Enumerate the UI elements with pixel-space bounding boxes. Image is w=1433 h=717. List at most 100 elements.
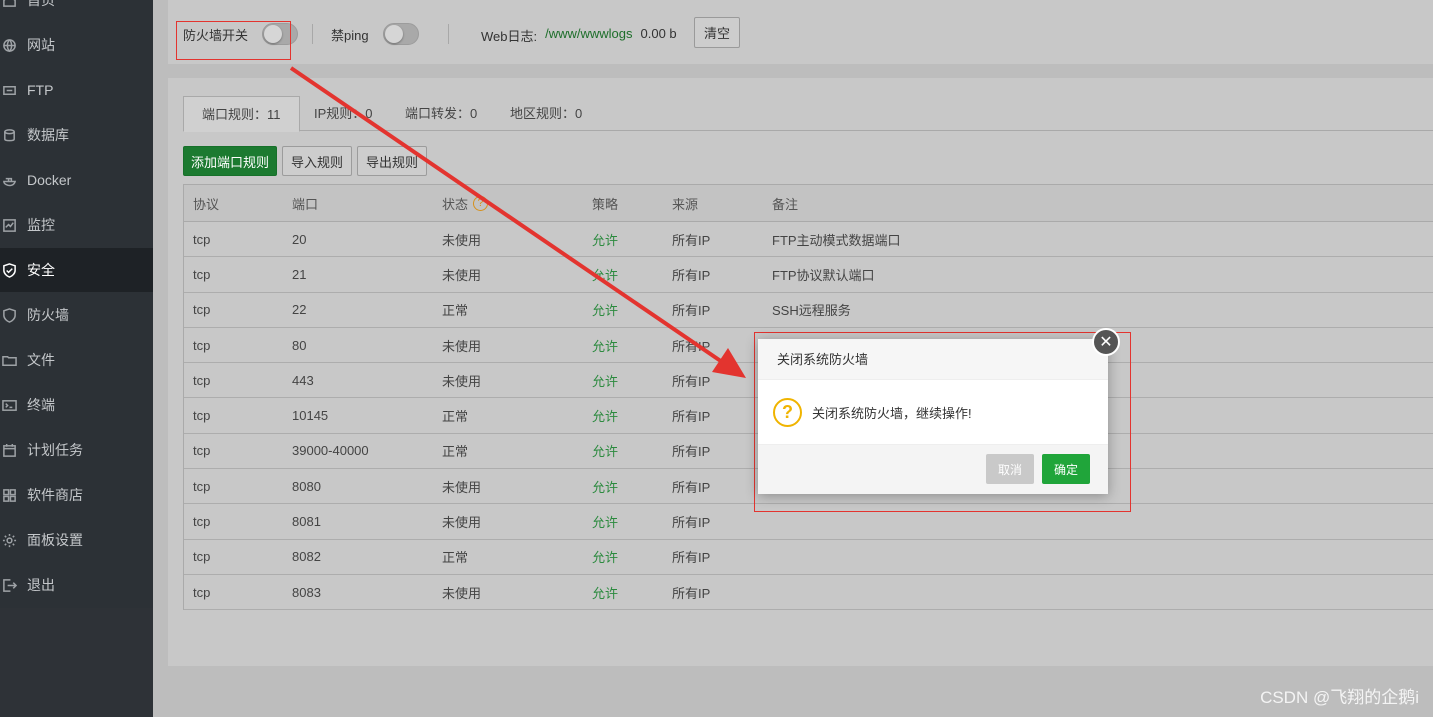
header-source: 来源 — [672, 196, 699, 212]
database-icon — [1, 127, 17, 143]
home-icon — [1, 0, 17, 8]
cell-protocol: tcp — [193, 372, 211, 388]
sidebar-item-label: Docker — [27, 172, 72, 188]
cell-protocol: tcp — [193, 584, 211, 600]
help-icon[interactable]: ? — [473, 195, 489, 211]
cell-policy: 允许 — [592, 550, 619, 566]
cell-port: 10145 — [292, 408, 329, 424]
cell-policy: 允许 — [592, 267, 619, 283]
sidebar-item[interactable]: 安全 — [0, 248, 153, 292]
cell-status: 未使用 — [442, 479, 482, 495]
sidebar-item[interactable]: 退出 — [0, 563, 153, 607]
header-status: 状态 ? — [442, 185, 489, 221]
top-toolbar: 防火墙开关 禁ping Web日志: /www/wwwlogs 0.00 b 清… — [168, 0, 1433, 64]
calendar-icon — [1, 442, 17, 458]
cell-status: 未使用 — [442, 585, 482, 601]
cell-policy: 允许 — [592, 303, 619, 319]
tab-port-rules[interactable]: 端口规则：11 — [183, 96, 300, 132]
export-rules-button[interactable]: 导出规则 — [357, 146, 427, 176]
docker-icon — [1, 172, 17, 188]
sidebar-item[interactable]: 终端 — [0, 383, 153, 427]
sidebar-item-label: 退出 — [27, 577, 55, 593]
confirm-button[interactable]: 确定 — [1042, 454, 1090, 484]
ping-switch[interactable] — [382, 23, 419, 45]
tab-ip-rules[interactable]: IP规则：0 — [296, 96, 391, 131]
shield-check-icon — [1, 262, 17, 278]
annotation-box-firewall-switch — [176, 21, 291, 60]
table-row: tcp 20 未使用 允许 所有IP FTP主动模式数据端口 — [184, 222, 1433, 258]
cell-status: 未使用 — [442, 267, 482, 283]
sidebar-item[interactable]: 首页 — [0, 0, 153, 22]
cell-port: 8082 — [292, 549, 321, 565]
dialog-message: 关闭系统防火墙，继续操作! — [812, 405, 972, 421]
sidebar-item[interactable]: 软件商店 — [0, 473, 153, 517]
tab-port-forward[interactable]: 端口转发：0 — [387, 96, 495, 131]
weblog-path-link[interactable]: /www/wwwlogs — [545, 26, 632, 45]
cell-status: 正常 — [442, 409, 469, 425]
sidebar-item-label: 面板设置 — [27, 532, 83, 548]
cancel-button[interactable]: 取消 — [986, 454, 1034, 484]
header-protocol: 协议 — [193, 196, 220, 212]
cell-protocol: tcp — [193, 514, 211, 530]
shield-icon — [1, 307, 17, 323]
ftp-icon — [1, 82, 17, 98]
question-icon: ? — [773, 397, 802, 427]
rule-tabs: 端口规则：11 IP规则：0 端口转发：0 地区规则：0 — [183, 96, 1433, 132]
header-note: 备注 — [772, 196, 799, 212]
cell-source: 所有IP — [672, 444, 711, 460]
cell-status: 未使用 — [442, 232, 482, 248]
table-row: tcp 21 未使用 允许 所有IP FTP协议默认端口 — [184, 257, 1433, 293]
cell-note: FTP协议默认端口 — [772, 267, 875, 283]
switch-knob — [384, 25, 403, 43]
sidebar-item[interactable]: 监控 — [0, 203, 153, 247]
weblog-size: 0.00 b — [640, 26, 677, 41]
cell-source: 所有IP — [672, 585, 711, 601]
sidebar-item-label: 安全 — [27, 262, 55, 278]
sidebar-item-label: FTP — [27, 82, 54, 98]
sidebar-item[interactable]: FTP — [0, 68, 153, 112]
divider — [448, 24, 449, 44]
cell-policy: 允许 — [592, 515, 619, 531]
cell-port: 8083 — [292, 584, 321, 600]
sidebar-item[interactable]: 面板设置 — [0, 518, 153, 562]
sidebar-item[interactable]: 计划任务 — [0, 428, 153, 472]
monitor-icon — [1, 217, 17, 233]
cell-status: 未使用 — [442, 338, 482, 354]
gear-icon — [1, 532, 17, 548]
sidebar-item-label: 软件商店 — [27, 487, 83, 503]
cell-policy: 允许 — [592, 585, 619, 601]
weblog-label: Web日志: — [481, 29, 538, 44]
add-port-rule-button[interactable]: 添加端口规则 — [183, 146, 277, 176]
sidebar: 首页网站 FTP 数据库 Docker 监控安全防火墙 文件 终端计划任务软件商店面板设置退… — [0, 0, 153, 717]
cell-protocol: tcp — [193, 302, 211, 318]
table-row: tcp 22 正常 允许 所有IP SSH远程服务 — [184, 292, 1433, 328]
cell-source: 所有IP — [672, 409, 711, 425]
cell-protocol: tcp — [193, 337, 211, 353]
sidebar-item[interactable]: 防火墙 — [0, 293, 153, 337]
sidebar-item[interactable]: Docker — [0, 158, 153, 202]
header-status-label: 状态 — [442, 196, 469, 212]
cell-status: 正常 — [442, 303, 469, 319]
cell-port: 8081 — [292, 514, 321, 530]
close-icon[interactable]: ✕ — [1092, 328, 1120, 356]
cell-protocol: tcp — [193, 231, 211, 247]
cell-policy: 允许 — [592, 479, 619, 495]
dialog-body: ? 关闭系统防火墙，继续操作! — [758, 380, 1108, 444]
cell-source: 所有IP — [672, 232, 711, 248]
ping-switch-label: 禁ping — [331, 27, 369, 43]
cell-status: 正常 — [442, 550, 469, 566]
clear-log-button[interactable]: 清空 — [694, 17, 740, 48]
tab-region-rules[interactable]: 地区规则：0 — [492, 96, 600, 131]
cell-port: 39000-40000 — [292, 443, 369, 459]
cell-policy: 允许 — [592, 409, 619, 425]
sidebar-item[interactable]: 数据库 — [0, 113, 153, 157]
sidebar-item-label: 计划任务 — [27, 442, 83, 458]
cell-source: 所有IP — [672, 515, 711, 531]
table-row: tcp 8082 正常 允许 所有IP — [184, 539, 1433, 575]
cell-port: 21 — [292, 266, 307, 282]
ping-toggle-group: 禁ping — [331, 23, 419, 45]
import-rules-button[interactable]: 导入规则 — [282, 146, 352, 176]
sidebar-item-label: 网站 — [27, 37, 55, 53]
sidebar-item[interactable]: 网站 — [0, 23, 153, 67]
sidebar-item[interactable]: 文件 — [0, 338, 153, 382]
